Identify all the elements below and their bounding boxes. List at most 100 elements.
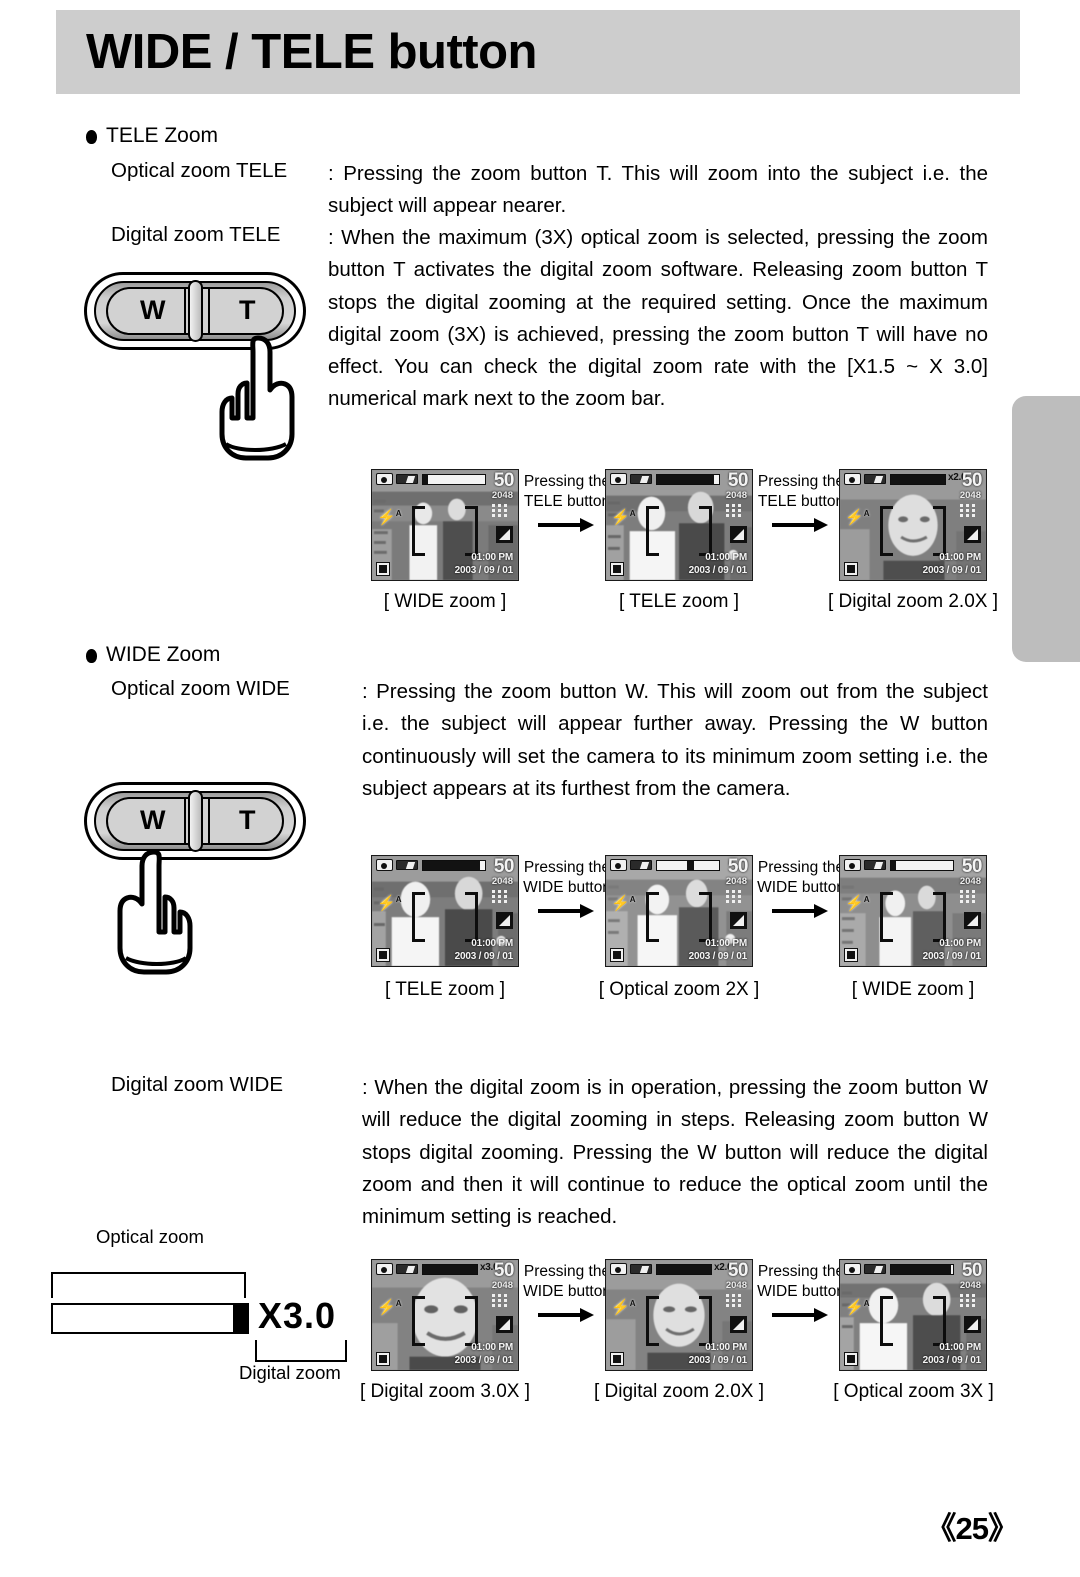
section-heading-tele-zoom: TELE Zoom: [86, 123, 218, 149]
transition-digital-wide-2-line1: Pressing the: [757, 1263, 845, 1280]
lcd-date: 2003 / 09 / 01: [922, 951, 982, 962]
lcd-flash-auto-icon: ⚡A: [845, 509, 870, 526]
desc-digital-zoom-tele-text: : When the maximum (3X) optical zoom is …: [328, 226, 988, 411]
desc-digital-zoom-tele: : When the maximum (3X) optical zoom is …: [328, 222, 988, 416]
lcd-time: 01:00 PM: [471, 552, 513, 563]
lcd-zoom-bar: [890, 1264, 954, 1275]
lcd-focus-bracket-left: [646, 1296, 659, 1346]
lcd-resolution: 2048: [959, 876, 981, 887]
transition-digital-wide-2: Pressing the WIDE button: [756, 1262, 846, 1322]
lcd-focus-bracket-right: [465, 892, 478, 942]
lcd-image-quality-icon: [964, 912, 981, 929]
page-number: 《25》: [925, 1511, 1019, 1546]
zoom-diagram-optical-brace: [51, 1272, 246, 1298]
lcd-record-icon: [610, 1352, 624, 1366]
term-digital-zoom-wide: Digital zoom WIDE: [111, 1073, 284, 1096]
lcd-quality-dots-icon: [960, 890, 980, 908]
caption-tele-zoom: [ TELE zoom ]: [618, 591, 740, 612]
lcd-date: 2003 / 09 / 01: [922, 565, 982, 576]
lcd-zoom-bar: [656, 1264, 712, 1275]
lcd-mode-icon: [376, 859, 393, 871]
lcd-zoom-bar-fill: [423, 475, 428, 484]
lcd-focus-bracket-left: [880, 506, 893, 556]
lcd-time: 01:00 PM: [939, 938, 981, 949]
lcd-zoom-bar-fill: [423, 861, 481, 870]
transition-digital-wide-1: Pressing the WIDE button: [522, 1262, 612, 1322]
lcd-flash-auto-icon: ⚡A: [611, 1299, 636, 1316]
lcd-record-icon: [610, 562, 624, 576]
desc-optical-zoom-tele: : Pressing the zoom button T. This will …: [328, 158, 988, 223]
lcd-resolution: 2048: [725, 490, 747, 501]
lcd-image-quality-icon: [964, 1316, 981, 1333]
lcd-focus-bracket-left: [646, 892, 659, 942]
lcd-time: 01:00 PM: [471, 938, 513, 949]
lcd-zoom-bar: [422, 1264, 478, 1275]
transition-tele-2: Pressing the TELE button: [756, 472, 846, 532]
wt-label-tele[interactable]: T: [239, 804, 256, 836]
wt-rocker-button-wide[interactable]: W T: [84, 782, 306, 982]
lcd-mode-icon: [844, 473, 861, 485]
lcd-resolution: 2048: [491, 876, 513, 887]
lcd-time: 01:00 PM: [705, 1342, 747, 1353]
page-title: WIDE / TELE button: [86, 25, 537, 79]
zoom-diagram-optical-label: Optical zoom: [96, 1226, 204, 1247]
caption-digital-zoom-2x: [ Digital zoom 2.0X ]: [827, 591, 999, 612]
lcd-mode-icon: [844, 1263, 861, 1275]
wt-divider-right: [208, 797, 210, 845]
lcd-quality-dots-icon: [960, 504, 980, 522]
desc-digital-zoom-wide: : When the digital zoom is in operation,…: [362, 1072, 988, 1233]
lcd-image-quality-icon: [730, 912, 747, 929]
wt-rocker-button-tele[interactable]: W T: [84, 272, 306, 462]
lcd-battery-icon: [396, 860, 418, 870]
term-digital-zoom-tele: Digital zoom TELE: [111, 223, 281, 246]
term-optical-zoom-wide: Optical zoom WIDE: [111, 677, 290, 700]
transition-wide-2-line1: Pressing the: [757, 859, 845, 876]
lcd-battery-icon: [396, 474, 418, 484]
zoom-diagram-digital-label: Digital zoom: [239, 1362, 341, 1383]
bullet-dot-icon: [86, 130, 97, 144]
lcd-focus-bracket-left: [646, 506, 659, 556]
lcd-resolution: 2048: [959, 1280, 981, 1291]
lcd-focus-bracket-right: [465, 1296, 478, 1346]
lcd-time: 01:00 PM: [705, 552, 747, 563]
lcd-quality-dots-icon: [726, 1294, 746, 1312]
lcd-date: 2003 / 09 / 01: [454, 565, 514, 576]
lcd-focus-bracket-right: [699, 506, 712, 556]
lcd-shot-count: 50: [727, 1260, 749, 1281]
lcd-mode-icon: [610, 859, 627, 871]
lcd-focus-bracket-right: [933, 892, 946, 942]
lcd-time: 01:00 PM: [705, 938, 747, 949]
wt-label-wide[interactable]: W: [140, 294, 165, 326]
lcd-image-quality-icon: [496, 912, 513, 929]
section-heading-tele-zoom-label: TELE Zoom: [106, 124, 219, 147]
lcd-mode-icon: [376, 473, 393, 485]
lcd-preview-digital-zoom-2x-b: x2.0 50 2048 ⚡A 01:00 PM 2003 / 09 / 01: [605, 1259, 753, 1371]
lcd-focus-bracket-right: [465, 506, 478, 556]
lcd-quality-dots-icon: [492, 1294, 512, 1312]
section-heading-wide-zoom: WIDE Zoom: [86, 642, 220, 668]
lcd-flash-auto-icon: ⚡A: [845, 895, 870, 912]
lcd-shot-count: 50: [727, 470, 749, 491]
lcd-mode-icon: [610, 473, 627, 485]
lcd-zoom-bar-fill: [423, 1265, 477, 1274]
desc-digital-zoom-wide-text: : When the digital zoom is in operation,…: [362, 1076, 988, 1229]
lcd-record-icon: [610, 948, 624, 962]
lcd-zoom-bar: [656, 860, 720, 871]
wt-divider-left: [184, 797, 186, 845]
transition-digital-wide-1-line2: WIDE button: [523, 1283, 611, 1300]
lcd-mode-icon: [844, 859, 861, 871]
lcd-quality-dots-icon: [492, 890, 512, 908]
lcd-quality-dots-icon: [960, 1294, 980, 1312]
term-optical-zoom-tele: Optical zoom TELE: [111, 159, 288, 182]
arrow-right-icon: [772, 518, 830, 532]
wt-label-wide[interactable]: W: [140, 804, 165, 836]
transition-wide-2-line2: WIDE button: [757, 879, 845, 896]
lcd-flash-auto-icon: ⚡A: [377, 1299, 402, 1316]
lcd-shot-count: 50: [961, 470, 983, 491]
wt-center-pill: [188, 790, 203, 852]
pointing-hand-icon: [110, 848, 202, 976]
arrow-right-icon: [772, 1308, 830, 1322]
lcd-focus-bracket-left: [412, 1296, 425, 1346]
lcd-time: 01:00 PM: [471, 1342, 513, 1353]
wt-label-tele[interactable]: T: [239, 294, 256, 326]
